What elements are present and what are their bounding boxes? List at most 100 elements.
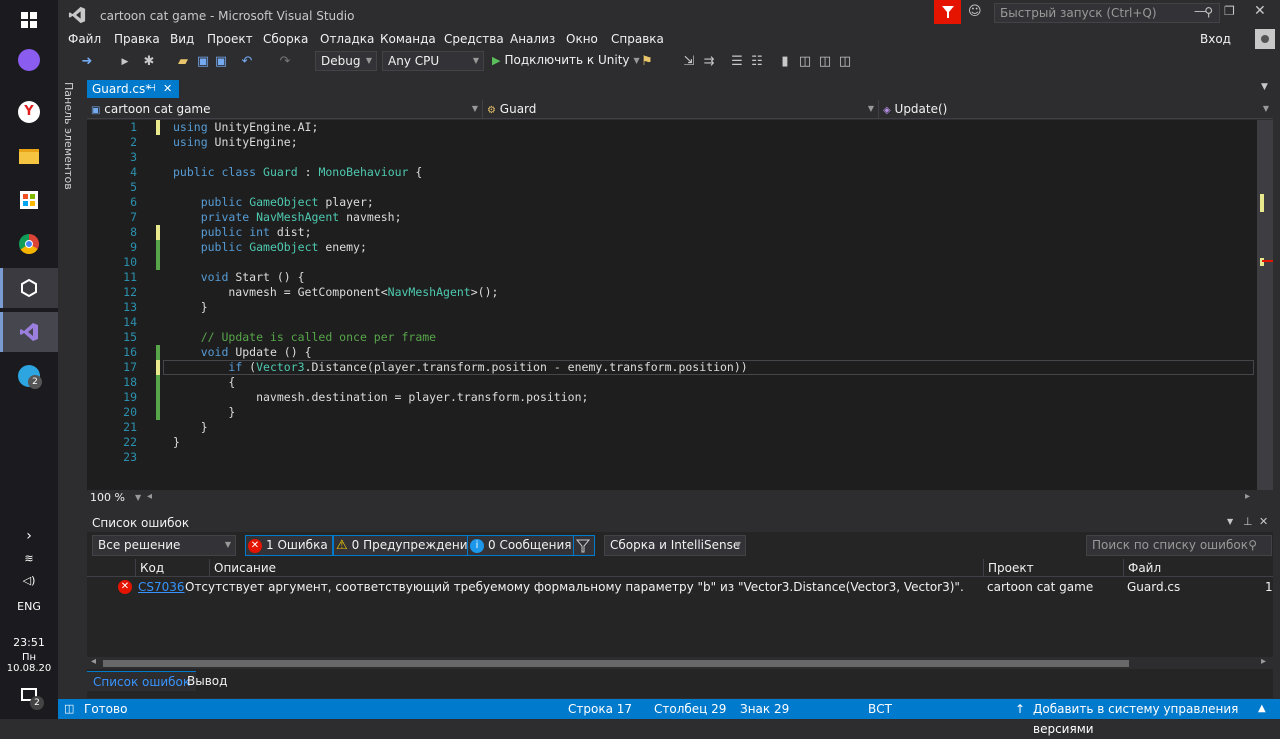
sign-in-link[interactable]: Вход xyxy=(1200,30,1231,48)
error-scope-select[interactable]: Все решение ▼ xyxy=(92,535,236,556)
code-line[interactable]: 8 public int dist; xyxy=(87,225,1257,240)
panel-pin-icon[interactable]: ⊥ xyxy=(1243,515,1253,528)
toolbox-label[interactable]: Панель элементов xyxy=(62,82,75,190)
code-line[interactable]: 17 if (Vector3.Distance(player.transform… xyxy=(87,360,1257,375)
undo-icon[interactable]: ↶ xyxy=(238,52,256,70)
code-line[interactable]: 16 void Update () { xyxy=(87,345,1257,360)
chevron-down-icon[interactable]: ▼ xyxy=(135,493,141,502)
quick-launch-input[interactable]: Быстрый запуск (Ctrl+Q) ⚲ xyxy=(994,3,1220,23)
menu-window[interactable]: Окно xyxy=(566,30,598,48)
scroll-right-icon[interactable]: ▸ xyxy=(1261,656,1266,667)
errors-filter-button[interactable]: ✕ 1 Ошибка xyxy=(245,535,333,556)
code-line[interactable]: 14 xyxy=(87,315,1257,330)
notifications-icon[interactable]: 2 xyxy=(0,674,58,714)
pin-icon[interactable]: ⊣ xyxy=(147,80,156,98)
code-line[interactable]: 7 private NavMeshAgent navmesh; xyxy=(87,210,1257,225)
warnings-filter-button[interactable]: ⚠ 0 Предупреждения xyxy=(333,535,480,556)
menu-help[interactable]: Справка xyxy=(611,30,664,48)
scroll-left-icon[interactable]: ◂ xyxy=(91,656,96,667)
start-windows-icon[interactable] xyxy=(0,0,58,40)
platform-select[interactable]: Any CPU ▼ xyxy=(382,51,484,71)
config-select[interactable]: Debug ▼ xyxy=(315,51,377,71)
feedback-icon[interactable]: ☺ xyxy=(968,4,982,19)
menu-edit[interactable]: Правка xyxy=(114,30,160,48)
member-nav-select[interactable]: ◈ Update() ▼ xyxy=(883,100,1273,118)
store-icon[interactable] xyxy=(0,180,58,220)
chevron-up-icon[interactable]: ▲ xyxy=(1258,699,1266,719)
menu-debug[interactable]: Отладка xyxy=(320,30,374,48)
menu-analyze[interactable]: Анализ xyxy=(510,30,555,48)
table-row[interactable]: ✕ CS7036 Отсутствует аргумент, соответст… xyxy=(87,578,1273,596)
menu-build[interactable]: Сборка xyxy=(263,30,308,48)
volume-icon[interactable]: ◁) xyxy=(0,574,58,587)
code-line[interactable]: 20 } xyxy=(87,405,1257,420)
restore-button[interactable]: ❐ xyxy=(1224,4,1235,18)
code-line[interactable]: 15 // Update is called once per frame xyxy=(87,330,1257,345)
chrome-icon[interactable] xyxy=(0,224,58,264)
code-line[interactable]: 23 xyxy=(87,450,1257,465)
clear-bookmarks-icon[interactable]: ◫ xyxy=(836,52,854,70)
col-project[interactable]: Проект xyxy=(983,559,1123,577)
code-line[interactable]: 11 void Start () { xyxy=(87,270,1257,285)
error-search-input[interactable]: Поиск по списку ошибок ⚲ xyxy=(1086,535,1272,556)
chevron-right-icon[interactable]: › xyxy=(0,528,58,544)
code-line[interactable]: 2 using UnityEngine; xyxy=(87,135,1257,150)
toolbox-panel[interactable]: Панель элементов xyxy=(58,78,84,698)
zoom-level[interactable]: 100 % xyxy=(90,491,125,504)
account-avatar-icon[interactable] xyxy=(1255,29,1275,49)
status-output-icon[interactable]: ◫ xyxy=(64,699,74,719)
close-button[interactable]: ✕ xyxy=(1254,3,1266,19)
clock-time[interactable]: 23:51 xyxy=(0,636,58,649)
col-code[interactable]: Код xyxy=(135,559,209,577)
error-list-horizontal-scrollbar[interactable]: ◂ ▸ xyxy=(87,656,1273,669)
menu-tools[interactable]: Средства xyxy=(444,30,504,48)
save-all-icon[interactable]: ▣ xyxy=(212,52,230,70)
code-line[interactable]: 18 { xyxy=(87,375,1257,390)
code-line[interactable]: 9 public GameObject enemy; xyxy=(87,240,1257,255)
class-nav-select[interactable]: ⚙ Guard ▼ xyxy=(487,100,879,118)
code-line[interactable]: 4 public class Guard : MonoBehaviour { xyxy=(87,165,1257,180)
comment-icon[interactable]: ☰ xyxy=(728,52,746,70)
file-explorer-icon[interactable] xyxy=(0,136,58,176)
prev-bookmark-icon[interactable]: ◫ xyxy=(796,52,814,70)
tab-close-icon[interactable]: ✕ xyxy=(163,80,172,98)
panel-menu-icon[interactable]: ▼ xyxy=(1227,517,1233,526)
code-line[interactable]: 22} xyxy=(87,435,1257,450)
unity-icon[interactable] xyxy=(0,268,58,308)
code-line[interactable]: 13 } xyxy=(87,300,1257,315)
tab-error-list[interactable]: Список ошибок xyxy=(87,671,197,691)
editor-vertical-scrollbar[interactable] xyxy=(1257,120,1273,490)
scrollbar-thumb[interactable] xyxy=(103,660,1129,667)
add-to-source-control[interactable]: Добавить в систему управления версиями xyxy=(1033,699,1280,739)
menu-project[interactable]: Проект xyxy=(207,30,253,48)
tab-overflow-icon[interactable]: ▼ xyxy=(1261,82,1268,92)
scroll-left-icon[interactable]: ◂ xyxy=(147,491,152,502)
code-line[interactable]: 12 navmesh = GetComponent<NavMeshAgent>(… xyxy=(87,285,1257,300)
col-description[interactable]: Описание xyxy=(209,559,983,577)
code-editor[interactable]: 1 using UnityEngine.AI; 2 using UnityEngine… xyxy=(87,120,1257,490)
yandex-browser-icon[interactable]: Y xyxy=(0,92,58,132)
feedback-filter-icon[interactable] xyxy=(934,0,961,24)
code-line[interactable]: 19 navmesh.destination = player.transfor… xyxy=(87,390,1257,405)
find-in-files-icon[interactable]: ⚑ xyxy=(638,52,656,70)
messages-filter-button[interactable]: i 0 Сообщения xyxy=(467,535,577,556)
project-nav-select[interactable]: ▣ cartoon cat game ▼ xyxy=(91,100,483,118)
panel-close-icon[interactable]: ✕ xyxy=(1259,515,1268,528)
new-project-icon[interactable]: ✱ xyxy=(140,52,158,70)
uncomment-icon[interactable]: ☷ xyxy=(748,52,766,70)
code-line[interactable]: 10 xyxy=(87,255,1257,270)
network-icon[interactable]: ≋ xyxy=(0,552,58,565)
menu-view[interactable]: Вид xyxy=(170,30,194,48)
code-line[interactable]: 21 } xyxy=(87,420,1257,435)
redo-icon[interactable]: ↷ xyxy=(276,52,294,70)
code-line[interactable]: 6 public GameObject player; xyxy=(87,195,1257,210)
minimize-button[interactable]: — xyxy=(1194,4,1206,18)
language-indicator[interactable]: ENG xyxy=(0,600,58,613)
navigate-icon[interactable]: ⇉ xyxy=(700,52,718,70)
alice-assistant-icon[interactable] xyxy=(0,40,58,80)
save-icon[interactable]: ▣ xyxy=(194,52,212,70)
clock-date[interactable]: Пн 10.08.20 xyxy=(0,652,58,674)
tab-guard-cs[interactable]: Guard.cs* ⊣ ✕ xyxy=(87,80,179,98)
next-bookmark-icon[interactable]: ◫ xyxy=(816,52,834,70)
menu-file[interactable]: Файл xyxy=(68,30,101,48)
